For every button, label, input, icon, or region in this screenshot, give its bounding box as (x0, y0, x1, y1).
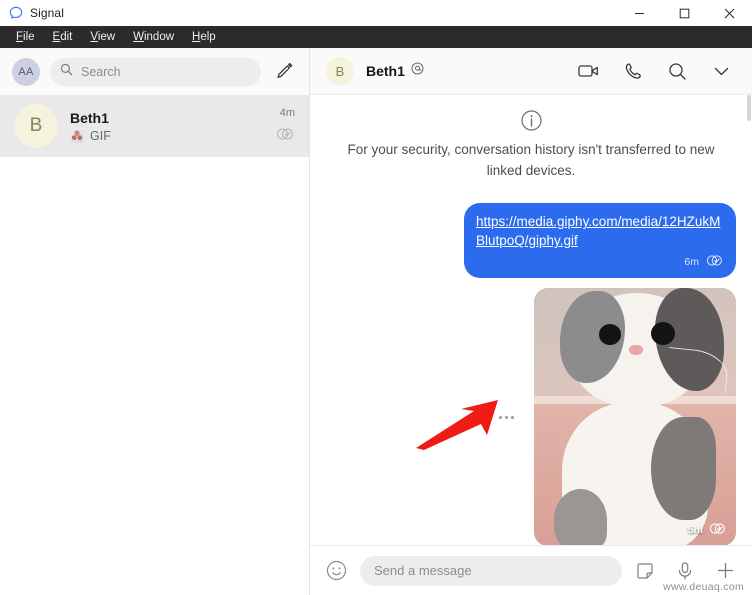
conversation-title-group[interactable]: Beth1 (366, 62, 424, 80)
search-input[interactable] (81, 64, 251, 79)
message-input[interactable] (374, 563, 608, 578)
message-outgoing-media[interactable]: 5m (326, 288, 736, 545)
gif-thumbnail-icon (70, 128, 84, 143)
info-icon (332, 109, 730, 132)
message-outgoing-link[interactable]: https://media.giphy.com/media/12HZukMBlu… (326, 203, 736, 278)
conversation-name: Beth1 (70, 109, 109, 126)
conversation-panel: B Beth1 For your security, conversation … (310, 48, 752, 595)
conversation-header: B Beth1 (310, 48, 752, 95)
composer-actions (634, 560, 738, 582)
minimize-icon[interactable] (617, 0, 662, 26)
message-list: For your security, conversation history … (310, 95, 752, 545)
voice-call-icon[interactable] (622, 60, 644, 82)
title-bar-left: Signal (0, 6, 64, 20)
app-body: AA Search B Beth1 GIF 4m B Beth1 For you… (0, 48, 752, 595)
conversation-timestamp: 4m (279, 107, 295, 119)
close-icon[interactable] (707, 0, 752, 26)
conversation-preview-text: GIF (90, 128, 111, 143)
maximize-icon[interactable] (662, 0, 707, 26)
title-bar: Signal (0, 0, 752, 26)
kitten-gif-image (534, 288, 736, 545)
message-meta: 5m (688, 521, 727, 539)
menu-item-file[interactable]: File (7, 28, 44, 46)
message-timestamp: 6m (684, 256, 699, 268)
sticker-icon[interactable] (634, 560, 656, 582)
media-attachment[interactable]: 5m (534, 288, 736, 545)
read-receipt-icon (275, 127, 295, 145)
window-controls (617, 0, 752, 26)
attach-plus-icon[interactable] (714, 560, 736, 582)
message-link[interactable]: https://media.giphy.com/media/12HZukMBlu… (476, 212, 724, 250)
conversation-header-actions (578, 60, 736, 82)
menu-item-edit[interactable]: Edit (44, 28, 82, 46)
site-watermark: www.deuaq.com (663, 581, 744, 593)
list-item[interactable]: B Beth1 GIF 4m (0, 95, 309, 157)
menu-bar: File Edit View Window Help (0, 26, 752, 48)
read-receipt-icon (705, 253, 724, 271)
search-icon[interactable] (666, 60, 688, 82)
message-composer: www.deuaq.com (310, 545, 752, 595)
pencil-compose-icon[interactable] (271, 59, 297, 85)
signal-logo-icon (9, 6, 23, 20)
video-call-icon[interactable] (578, 60, 600, 82)
list-item-content: Beth1 GIF (70, 110, 263, 143)
menu-item-window[interactable]: Window (124, 28, 183, 46)
more-options-dots-icon[interactable] (499, 416, 514, 419)
avatar-me[interactable]: AA (12, 57, 40, 86)
menu-item-help[interactable]: Help (183, 28, 225, 46)
message-meta: 6m (476, 253, 724, 271)
emoji-smiley-icon[interactable] (324, 559, 348, 583)
security-notice-text: For your security, conversation history … (347, 142, 715, 178)
avatar: B (14, 104, 58, 148)
chevron-down-icon[interactable] (710, 60, 732, 82)
security-notice: For your security, conversation history … (326, 109, 736, 181)
read-receipt-icon (708, 521, 727, 539)
microphone-icon[interactable] (674, 560, 696, 582)
message-bubble[interactable]: https://media.giphy.com/media/12HZukMBlu… (464, 203, 736, 278)
sidebar-toolbar: AA (0, 48, 309, 95)
avatar[interactable]: B (326, 57, 354, 85)
page-title: Beth1 (366, 63, 405, 79)
message-timestamp: 5m (687, 524, 703, 536)
message-input-box[interactable] (360, 555, 622, 586)
search-icon (60, 63, 73, 81)
at-mention-icon (411, 62, 424, 80)
signal-desktop-window: Signal File Edit View Window Help AA Sea… (0, 0, 752, 595)
menu-item-view[interactable]: View (81, 28, 124, 46)
list-item-meta: 4m (275, 107, 295, 145)
conversation-preview: GIF (70, 128, 263, 143)
search-box[interactable] (50, 57, 261, 86)
sidebar: AA Search B Beth1 GIF 4m (0, 48, 310, 595)
conversation-list: B Beth1 GIF 4m (0, 95, 309, 595)
scrollbar-thumb[interactable] (747, 95, 751, 121)
window-title: Signal (30, 6, 64, 20)
